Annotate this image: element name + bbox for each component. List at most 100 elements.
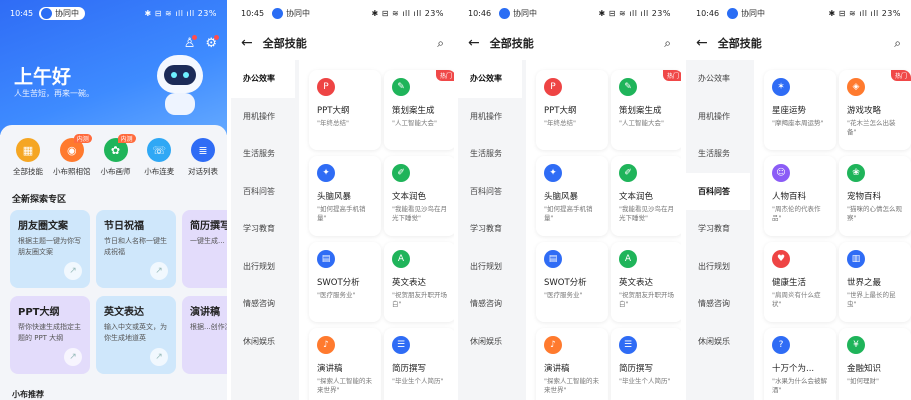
category-item[interactable]: 用机操作 [686,98,750,136]
app-bar: ← 全部技能 ⌕ [458,26,681,60]
quick-action[interactable]: ☏ 小布连麦 [139,138,179,177]
skill-card[interactable]: ♪ 演讲稿 "探索人工智能的未来世界" [309,328,381,400]
explore-card-desc: 根据主题一键为你写朋友圈文案 [18,237,81,256]
category-item[interactable]: 学习教育 [231,210,295,248]
status-time: 10:45 [10,8,34,18]
skill-card[interactable]: ☰ 简历撰写 "毕业生个人简历" [384,328,454,400]
back-arrow-icon[interactable]: ← [468,35,480,51]
category-item[interactable]: 办公效率 [458,60,522,98]
collab-pill[interactable]: 协同中 [39,6,86,20]
skill-name: SWOT分析 [544,278,587,288]
skill-card[interactable]: A 英文表达 "祝贺朋友升职开场白" [611,242,681,322]
skill-card[interactable]: ✦ 头脑风暴 "如何提高手机销量" [309,156,381,236]
gamepad-icon: ◈ [847,78,865,96]
skill-card[interactable]: ◈ 游戏攻略 "花木兰怎么出装备" 热门 [839,70,911,150]
category-item[interactable]: 办公效率 [231,60,295,98]
category-item[interactable]: 情感咨询 [686,285,750,323]
category-item[interactable]: 休闲娱乐 [458,323,522,361]
skill-card[interactable]: ♪ 演讲稿 "探索人工智能的未来世界" [536,328,608,400]
skill-card[interactable]: ▤ SWOT分析 "医疗服务业" [536,242,608,322]
category-item[interactable]: 出行规划 [231,248,295,286]
grid-icon: ▦ [16,138,40,162]
category-item[interactable]: 学习教育 [686,210,750,248]
skill-card[interactable]: ▥ 世界之最 "世界上最长的昆虫" [839,242,911,322]
collab-label: 协同中 [55,8,80,18]
skill-name: 头脑风暴 [544,192,579,202]
skill-card[interactable]: ✶ 星座运势 "摩羯座本周运势" [764,70,836,150]
skill-example: "医疗服务业" [544,291,583,299]
explore-card[interactable]: 朋友圈文案 根据主题一键为你写朋友圈文案 ↗ [10,210,90,288]
explore-card-title: 英文表达 [104,307,144,318]
category-item[interactable]: 情感咨询 [458,285,522,323]
category-item[interactable]: 出行规划 [686,248,750,286]
category-item[interactable]: 生活服务 [231,135,295,173]
quick-action-label: 小布照相馆 [53,167,91,176]
page-title: 全部技能 [717,37,762,50]
search-icon[interactable]: ⌕ [664,36,671,51]
skill-card[interactable]: ✦ 头脑风暴 "如何提高手机销量" [536,156,608,236]
collab-icon [41,7,53,19]
skill-example: "花木兰怎么出装备" [847,119,896,136]
category-item[interactable]: 百科问答 [458,173,522,211]
skill-card[interactable]: ✐ 文本润色 "我能看见沙鸟在月光下睡觉" [611,156,681,236]
bars-icon: ▥ [847,250,865,268]
quick-action[interactable]: ✿ 小布画师 内测 [96,134,136,177]
status-indicators: ✱ ⊟ ≋ ıll ıll 23% [371,8,444,18]
back-arrow-icon[interactable]: ← [696,35,708,51]
status-bar: 10:45 协同中 ✱ ⊟ ≋ ıll ıll 23% [0,0,227,26]
mic-icon: ♪ [317,336,335,354]
hot-badge: 热门 [662,70,681,81]
mic-icon: ♪ [544,336,562,354]
skill-card[interactable]: ☰ 简历撰写 "毕业生个人简历" [611,328,681,400]
skill-card[interactable]: ▤ SWOT分析 "医疗服务业" [309,242,381,322]
explore-card[interactable]: PPT大纲 帮你快速生成指定主题的 PPT 大纲 ↗ [10,296,90,374]
category-item[interactable]: 百科问答 [231,173,295,211]
quick-action[interactable]: ≣ 对话列表 [183,138,223,177]
back-arrow-icon[interactable]: ← [241,35,253,51]
skill-card[interactable]: ♥ 健康生活 "肩周炎有什么症状" [764,242,836,322]
category-item[interactable]: 生活服务 [686,135,750,173]
explore-card[interactable]: 简历撰写 一键生成... ↗ [182,210,227,288]
skill-card[interactable]: ✎ 策划案生成 "人工智能大会" 热门 [611,70,681,150]
skill-name: 策划案生成 [392,106,435,116]
category-item[interactable]: 用机操作 [458,98,522,136]
skill-name: 简历撰写 [619,364,654,374]
category-item[interactable]: 休闲娱乐 [686,323,750,361]
category-item[interactable]: 情感咨询 [231,285,295,323]
search-icon[interactable]: ⌕ [437,36,444,51]
collab-pill[interactable]: 协同中 [270,6,317,20]
brush-icon: ✐ [619,164,637,182]
arrow-icon: ↗ [150,348,168,366]
user-icon[interactable]: ♙ [184,35,197,51]
explore-card[interactable]: 英文表达 输入中文或英文，为你生成地道英 ↗ [96,296,176,374]
quick-action[interactable]: ▦ 全部技能 [8,138,48,177]
greeting-subtitle: 人生苦短，再来一碗。 [14,89,94,98]
category-item[interactable]: 学习教育 [458,210,522,248]
collab-pill[interactable]: 协同中 [497,6,544,20]
skill-name: 星座运势 [772,106,807,116]
skill-card[interactable]: ❀ 宠物百科 "猫咪的心情怎么观察" [839,156,911,236]
skill-card[interactable]: ¥ 金融知识 "如何理财" [839,328,911,400]
skill-card[interactable]: ✐ 文本润色 "我能看见沙鸟在月光下睡觉" [384,156,454,236]
category-item[interactable]: 用机操作 [231,98,295,136]
skill-example: "如何提高手机销量" [544,205,593,222]
category-item[interactable]: 百科问答 [686,172,750,210]
explore-card-desc: 帮你快速生成指定主题的 PPT 大纲 [18,323,81,342]
skill-card[interactable]: ✎ 策划案生成 "人工智能大会" 热门 [384,70,454,150]
category-item[interactable]: 出行规划 [458,248,522,286]
explore-card[interactable]: 节日祝福 节日和人名称一键生成祝福 ↗ [96,210,176,288]
skill-card[interactable]: A 英文表达 "祝贺朋友升职开场白" [384,242,454,322]
search-icon[interactable]: ⌕ [894,36,901,51]
skill-card[interactable]: ☺ 人物百科 "周杰伦的代表作品" [764,156,836,236]
category-item[interactable]: 生活服务 [458,135,522,173]
settings-icon[interactable]: ⚙ [205,35,219,51]
category-item[interactable]: 休闲娱乐 [231,323,295,361]
quick-action[interactable]: ◉ 小布照相馆 内测 [52,134,92,177]
skill-card[interactable]: P PPT大纲 "年终总结" [309,70,381,150]
skill-card[interactable]: ? 十万个为... "水果为什么会被解酒" [764,328,836,400]
explore-card[interactable]: 演讲稿 根据...创作演... ↗ [182,296,227,374]
skill-card[interactable]: P PPT大纲 "年终总结" [536,70,608,150]
collab-pill[interactable]: 协同中 [725,6,772,20]
plan-icon: ✎ [392,78,410,96]
category-item[interactable]: 办公效率 [686,60,750,98]
